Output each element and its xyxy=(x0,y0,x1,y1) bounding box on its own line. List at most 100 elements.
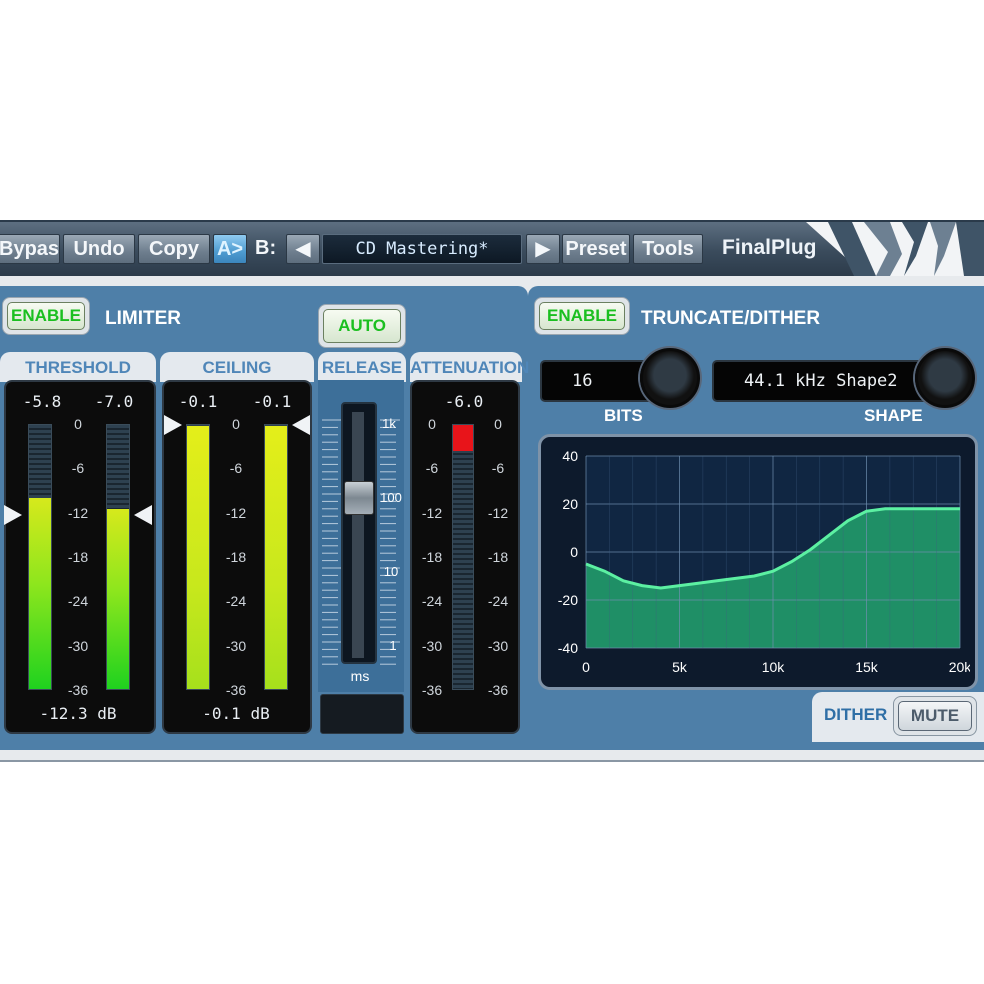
x-tick-label: 5k xyxy=(672,659,688,675)
threshold-scale-tick-label: -6 xyxy=(71,460,85,477)
ceiling-right-arrow-icon[interactable] xyxy=(292,414,310,435)
ceiling-left-arrow-icon[interactable] xyxy=(164,414,182,435)
y-tick-label: 40 xyxy=(562,448,578,464)
ceiling-readout: -0.1 dB xyxy=(202,704,270,723)
threshold-scale-tick-label: -12 xyxy=(67,504,89,521)
preset-next-button[interactable]: ▶ xyxy=(526,234,560,264)
toolbar: Bypass Undo Copy A> B: ◀ CD Mastering* ▶… xyxy=(0,222,984,276)
threshold-left-arrow-icon[interactable] xyxy=(4,504,22,525)
attenuation-scale-tick-label: -24 xyxy=(421,593,443,610)
attenuation-scale-tick-label: -18 xyxy=(421,549,443,565)
preset-button[interactable]: Preset xyxy=(562,234,630,264)
attenuation-scale-tick-label: -36 xyxy=(487,682,509,698)
release-10: 10 xyxy=(383,564,399,579)
auto-release-button[interactable]: AUTO xyxy=(318,304,406,348)
dither-enable-label: ENABLE xyxy=(539,302,625,330)
product-name: FinalPlug xyxy=(722,236,817,259)
attenuation-scale-tick-label: -24 xyxy=(487,593,509,610)
release-slider-handle[interactable] xyxy=(344,481,374,515)
threshold-scale-tick-label: -18 xyxy=(67,549,89,565)
ceiling-scale-tick-label: -12 xyxy=(225,504,247,521)
preset-name-display[interactable]: CD Mastering* xyxy=(322,234,522,264)
release-1: 1 xyxy=(389,638,397,653)
x-tick-label: 15k xyxy=(855,659,879,675)
brand-logo-icon xyxy=(806,222,984,276)
threshold-left-value: -5.8 xyxy=(22,392,62,411)
shape-label: SHAPE xyxy=(864,406,923,425)
attenuation-scale-tick-label: -30 xyxy=(421,637,443,654)
release-value-display[interactable] xyxy=(320,694,404,734)
threshold-scale-tick-label: 0 xyxy=(74,416,82,432)
bits-knob-icon[interactable] xyxy=(640,348,700,408)
threshold-left-bar xyxy=(28,424,52,690)
ceiling-left-value: -0.1 xyxy=(178,392,218,411)
mute-button[interactable]: MUTE xyxy=(893,696,977,736)
dither-title: TRUNCATE/DITHER xyxy=(641,308,821,329)
ceiling-left-bar xyxy=(186,424,210,690)
preset-prev-button[interactable]: ◀ xyxy=(286,234,320,264)
x-tick-label: 20k xyxy=(949,659,970,675)
x-tick-label: 0 xyxy=(582,659,590,675)
threshold-right-bar xyxy=(106,424,130,690)
b-setup-button[interactable]: B: xyxy=(255,234,276,264)
attenuation-bar xyxy=(452,424,474,690)
threshold-scale-tick-label: -24 xyxy=(67,593,89,610)
ceiling-scale-tick-label: 0 xyxy=(232,416,240,432)
attenuation-scale-tick-label: -30 xyxy=(487,637,509,654)
attenuation-scale-tick-label: -6 xyxy=(425,460,439,477)
x-tick-label: 10k xyxy=(762,659,786,675)
ceiling-right-level xyxy=(265,425,287,689)
mute-label: MUTE xyxy=(898,701,972,731)
dither-enable-button[interactable]: ENABLE xyxy=(534,297,630,335)
attenuation-scale-tick-label: 0 xyxy=(494,416,502,432)
attenuation-value: -6.0 xyxy=(444,392,484,411)
undo-button[interactable]: Undo xyxy=(63,234,135,264)
limiter-enable-button[interactable]: ENABLE xyxy=(2,297,90,335)
attenuation-scale-tick-label: -36 xyxy=(421,682,443,698)
limiter-enable-label: ENABLE xyxy=(7,302,85,330)
ceiling-scale-tick-label: -6 xyxy=(229,460,243,477)
ceiling-left-level xyxy=(187,425,209,689)
tools-button[interactable]: Tools xyxy=(633,234,703,264)
noise-shape-graph: 40200-20-400 5k 10k 15k 20k xyxy=(558,448,970,675)
y-tick-label: -40 xyxy=(558,640,578,656)
release-1k: 1k xyxy=(382,416,396,431)
ceiling-scale-tick-label: -24 xyxy=(225,593,247,610)
threshold-right-value: -7.0 xyxy=(94,392,134,411)
bypass-button[interactable]: Bypass xyxy=(0,234,60,264)
threshold-label: THRESHOLD xyxy=(0,352,156,382)
threshold-scale-tick-label: -36 xyxy=(67,682,89,698)
ceiling-scale-tick-label: -36 xyxy=(225,682,247,698)
attenuation-scale-tick-label: -18 xyxy=(487,549,509,565)
threshold-right-level xyxy=(107,509,129,689)
threshold-right-arrow-icon[interactable] xyxy=(134,504,152,525)
ceiling-scale-tick-label: -18 xyxy=(225,549,247,565)
limiter-title: LIMITER xyxy=(105,308,181,329)
copy-button[interactable]: Copy xyxy=(138,234,210,264)
threshold-left-level xyxy=(29,498,51,689)
attenuation-label: ATTENUATION xyxy=(410,352,529,382)
y-tick-label: 20 xyxy=(562,496,578,512)
attenuation-scale-tick-label: -12 xyxy=(421,504,443,521)
shape-knob-icon[interactable] xyxy=(915,348,975,408)
release-100: 100 xyxy=(380,490,402,505)
attenuation-level xyxy=(453,425,473,451)
dither-label: DITHER xyxy=(824,705,888,724)
release-label: RELEASE xyxy=(318,352,406,382)
ceiling-label: CEILING xyxy=(160,352,314,382)
attenuation-scale-tick-label: -6 xyxy=(491,460,505,477)
threshold-scale-tick-label: -30 xyxy=(67,637,89,654)
ceiling-right-value: -0.1 xyxy=(252,392,292,411)
threshold-readout: -12.3 dB xyxy=(39,704,117,723)
release-slider-groove xyxy=(352,412,364,658)
auto-release-label: AUTO xyxy=(323,309,401,343)
ceiling-scale-tick-label: -30 xyxy=(225,637,247,654)
a-setup-button[interactable]: A> xyxy=(213,234,247,264)
bits-label: BITS xyxy=(604,406,643,425)
y-tick-label: 0 xyxy=(570,544,578,560)
release-unit: ms xyxy=(350,668,370,684)
shape-display[interactable]: 44.1 kHz Shape2 xyxy=(712,360,948,402)
attenuation-scale-tick-label: -12 xyxy=(487,504,509,521)
attenuation-scale-tick-label: 0 xyxy=(428,416,436,432)
y-tick-label: -20 xyxy=(558,592,578,608)
